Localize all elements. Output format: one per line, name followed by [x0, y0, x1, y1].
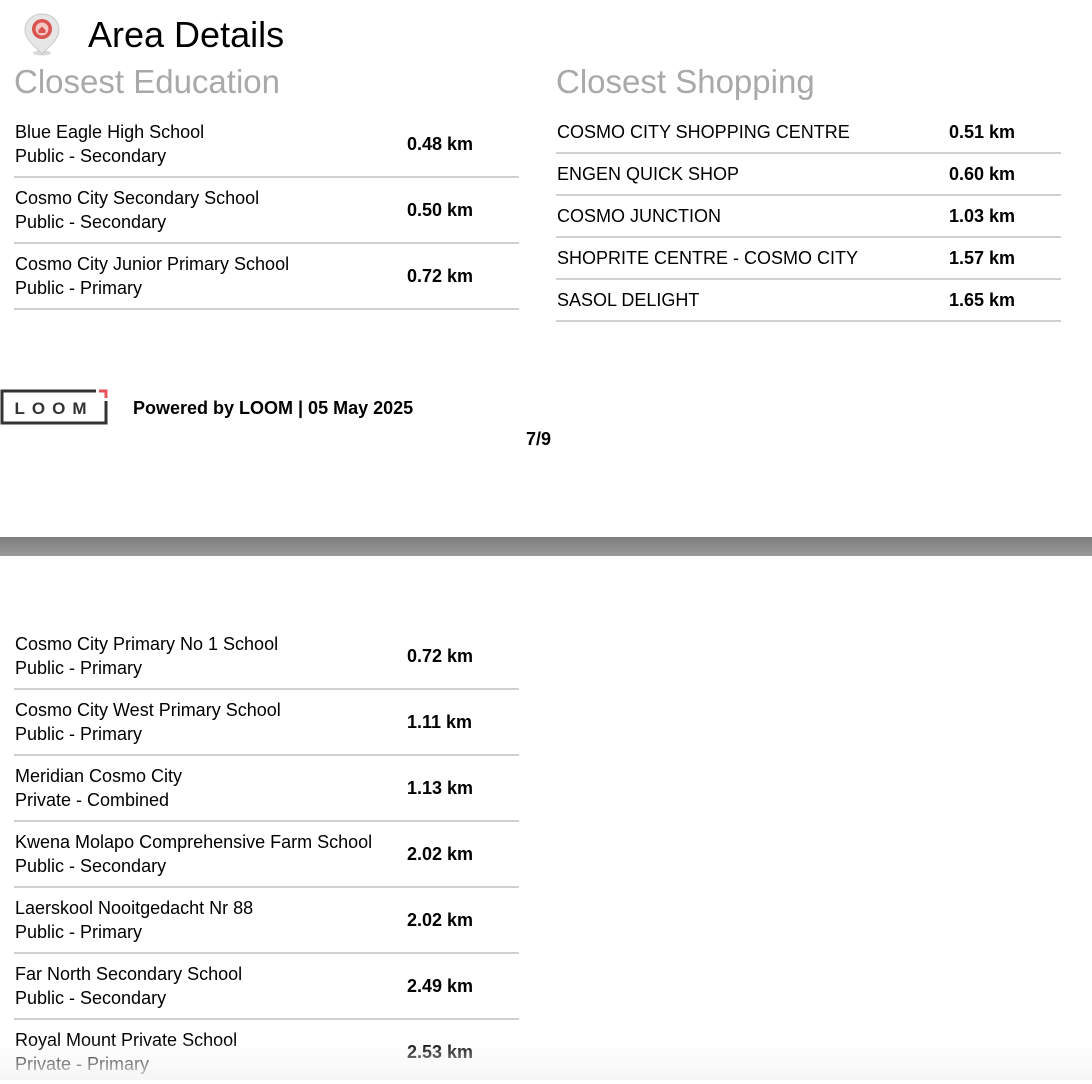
shopping-list: COSMO CITY SHOPPING CENTRE 0.51 km ENGEN…	[556, 112, 1061, 322]
shopping-section-title: Closest Shopping	[556, 63, 815, 100]
page-number: 7/9	[526, 429, 552, 449]
school-distance: 0.50 km	[407, 200, 474, 220]
page-title: Area Details	[88, 14, 285, 55]
loom-logo: LOOM	[0, 389, 108, 425]
education-item: Cosmo City Secondary School Public - Sec…	[14, 178, 519, 244]
shop-name: SHOPRITE CENTRE - COSMO CITY	[557, 248, 859, 268]
school-distance: 1.13 km	[407, 778, 474, 798]
school-name: Kwena Molapo Comprehensive Farm School	[15, 832, 373, 852]
page-separator	[0, 537, 1092, 556]
education-item: Blue Eagle High School Public - Secondar…	[14, 112, 519, 178]
school-type: Public - Primary	[15, 278, 143, 298]
education-item: Kwena Molapo Comprehensive Farm School P…	[14, 822, 519, 888]
school-name: Cosmo City Junior Primary School	[15, 254, 290, 274]
shop-name: SASOL DELIGHT	[557, 290, 700, 310]
school-distance: 0.72 km	[407, 646, 474, 666]
school-distance: 2.02 km	[407, 844, 474, 864]
education-item: Far North Secondary School Public - Seco…	[14, 954, 519, 1020]
education-item: Cosmo City Primary No 1 School Public - …	[14, 624, 519, 690]
shop-distance: 1.03 km	[949, 206, 1016, 226]
school-distance: 0.72 km	[407, 266, 474, 286]
school-distance: 2.02 km	[407, 910, 474, 930]
school-type: Public - Primary	[15, 922, 143, 942]
school-name: Cosmo City West Primary School	[15, 700, 281, 720]
page-header: Area Details	[22, 12, 284, 58]
report-page-7: Area Details Closest Education Closest S…	[0, 0, 1092, 537]
shopping-item: COSMO CITY SHOPPING CENTRE 0.51 km	[556, 112, 1061, 154]
school-name: Far North Secondary School	[15, 964, 243, 984]
shopping-item: SASOL DELIGHT 1.65 km	[556, 280, 1061, 322]
shop-name: COSMO JUNCTION	[557, 206, 721, 226]
school-distance: 0.48 km	[407, 134, 474, 154]
school-distance: 2.53 km	[407, 1042, 474, 1062]
education-item: Cosmo City West Primary School Public - …	[14, 690, 519, 756]
location-pin-icon	[24, 13, 60, 56]
powered-by-text: Powered by LOOM | 05 May 2025	[133, 398, 414, 418]
education-section-title: Closest Education	[14, 63, 280, 100]
school-distance: 2.49 km	[407, 976, 474, 996]
shop-distance: 1.57 km	[949, 248, 1016, 268]
education-list: Blue Eagle High School Public - Secondar…	[14, 112, 519, 310]
shop-name: COSMO CITY SHOPPING CENTRE	[557, 122, 850, 142]
school-type: Public - Secondary	[15, 988, 167, 1008]
school-type: Public - Secondary	[15, 856, 167, 876]
school-name: Cosmo City Secondary School	[15, 188, 260, 208]
school-distance: 1.11 km	[407, 712, 473, 732]
school-type: Public - Primary	[15, 658, 143, 678]
shop-name: ENGEN QUICK SHOP	[557, 164, 740, 184]
education-item: Laerskool Nooitgedacht Nr 88 Public - Pr…	[14, 888, 519, 954]
shop-distance: 1.65 km	[949, 290, 1016, 310]
shop-distance: 0.51 km	[949, 122, 1016, 142]
school-type: Public - Secondary	[15, 146, 167, 166]
school-name: Blue Eagle High School	[15, 122, 205, 142]
school-name: Meridian Cosmo City	[15, 766, 183, 786]
school-name: Laerskool Nooitgedacht Nr 88	[15, 898, 254, 918]
education-item: Royal Mount Private School Private - Pri…	[14, 1020, 519, 1084]
shopping-item: COSMO JUNCTION 1.03 km	[556, 196, 1061, 238]
school-type: Public - Primary	[15, 724, 143, 744]
education-item: Meridian Cosmo City Private - Combined 1…	[14, 756, 519, 822]
loom-logo-text: LOOM	[15, 399, 94, 418]
school-name: Royal Mount Private School	[15, 1030, 238, 1050]
shopping-item: SHOPRITE CENTRE - COSMO CITY 1.57 km	[556, 238, 1061, 280]
school-type: Private - Primary	[15, 1054, 150, 1074]
school-name: Cosmo City Primary No 1 School	[15, 634, 279, 654]
school-type: Public - Secondary	[15, 212, 167, 232]
education-list-continued: Cosmo City Primary No 1 School Public - …	[14, 624, 519, 1084]
school-type: Private - Combined	[15, 790, 170, 810]
education-item: Cosmo City Junior Primary School Public …	[14, 244, 519, 310]
shopping-item: ENGEN QUICK SHOP 0.60 km	[556, 154, 1061, 196]
shop-distance: 0.60 km	[949, 164, 1016, 184]
